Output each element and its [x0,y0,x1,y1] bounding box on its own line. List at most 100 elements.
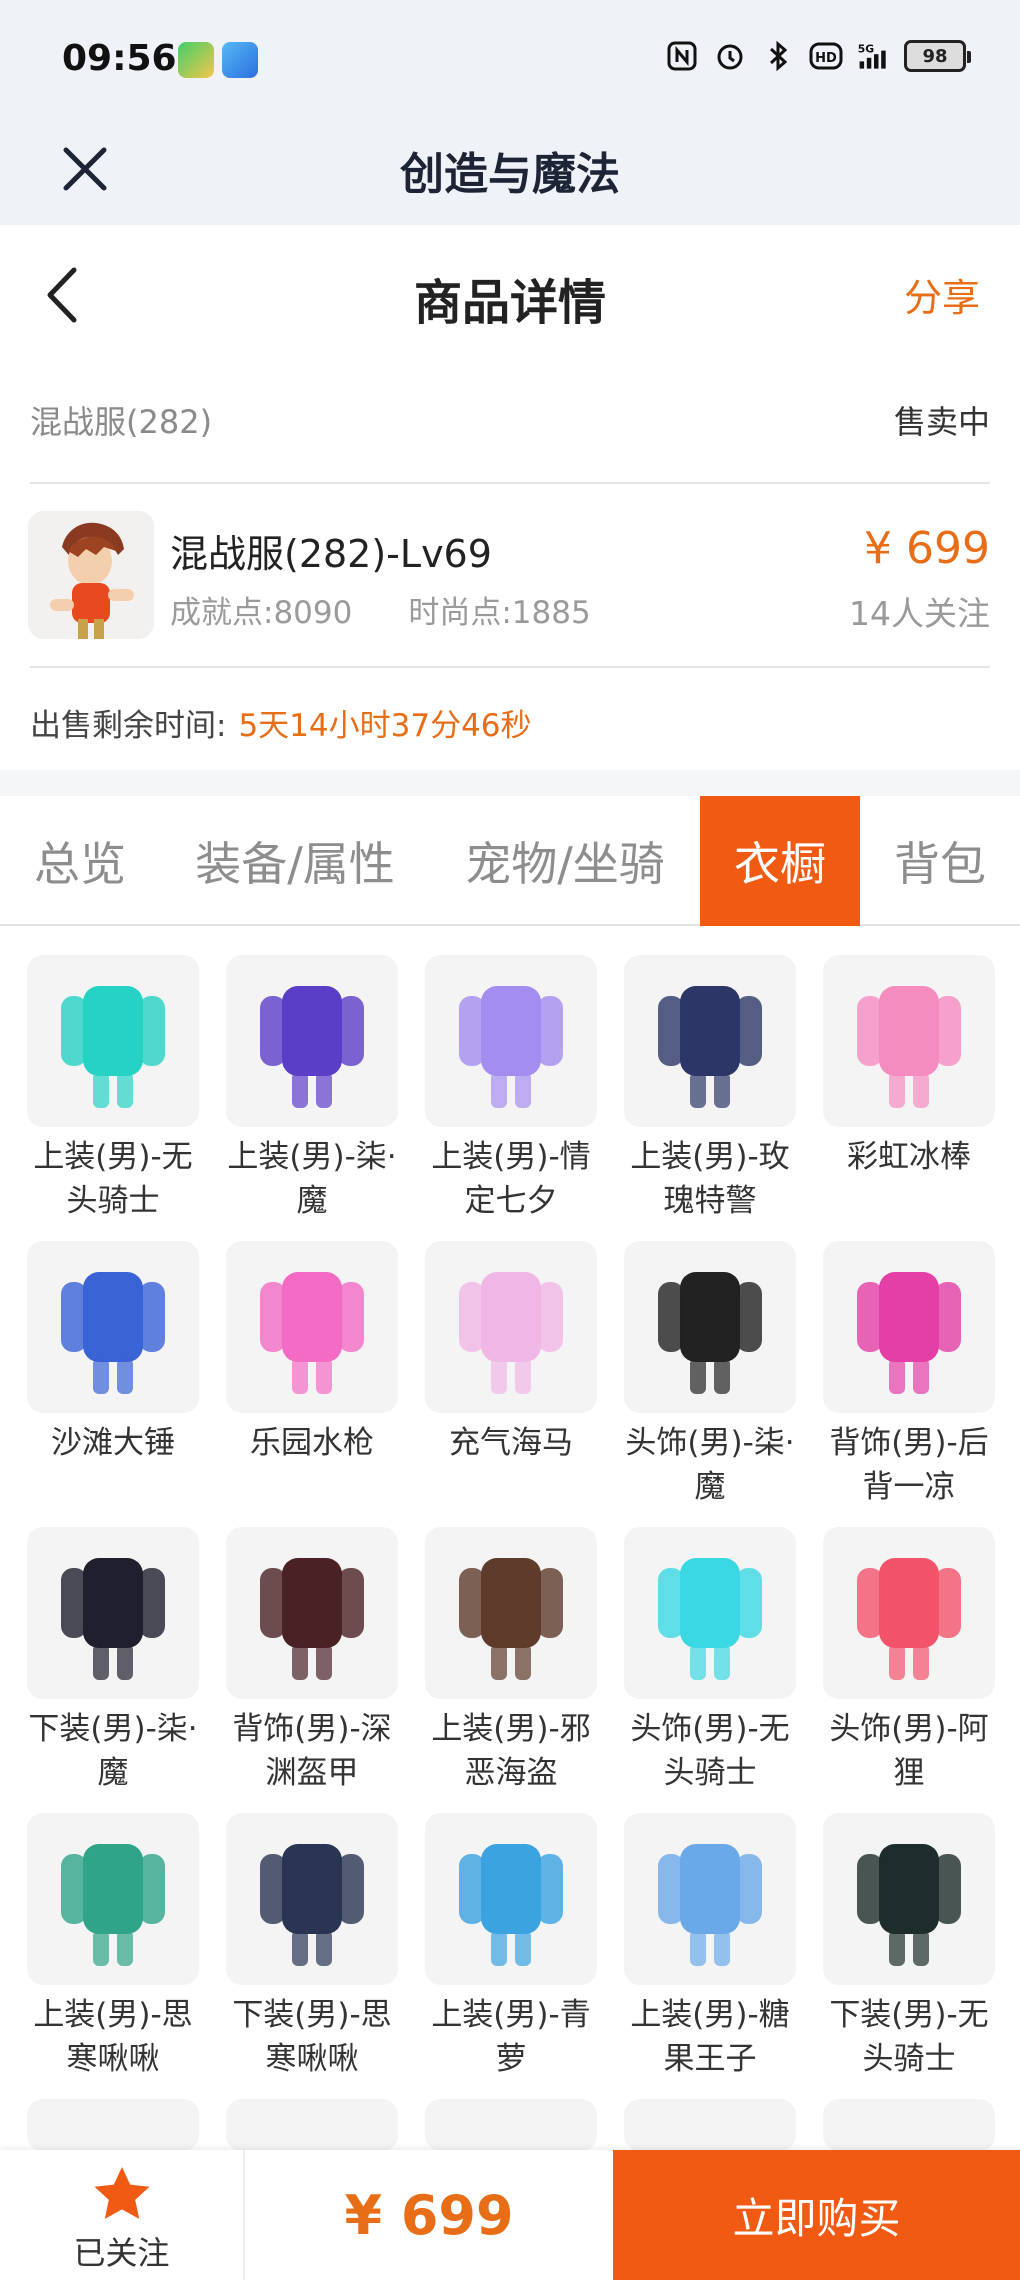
server-name: 混战服(282) [30,403,213,441]
tab-wardrobe[interactable]: 衣橱 [700,796,860,926]
wardrobe-item[interactable]: 彩虹冰棒 [823,955,995,1179]
blue-flame-icon [624,1527,796,1699]
star-icon [92,2164,152,2222]
wardrobe-thumb-partial [27,2099,199,2151]
wardrobe-item-partial [624,2099,796,2151]
fox-head-icon [823,1527,995,1699]
wardrobe-item[interactable]: 上装(男)-玫瑰特警 [624,955,796,1223]
divider [30,666,990,668]
share-button[interactable]: 分享 [904,267,980,322]
wardrobe-item[interactable]: 上装(男)-无头骑士 [27,955,199,1223]
bluetooth-icon [760,38,796,74]
wardrobe-thumb-partial [624,2099,796,2151]
wardrobe-item[interactable]: 上装(男)-邪恶海盗 [425,1527,597,1795]
wardrobe-item[interactable]: 上装(男)-柒·魔 [226,955,398,1223]
follow-label: 已关注 [73,2234,170,2272]
follower-count: 14人关注 [849,594,990,633]
wardrobe-thumb-partial [226,2099,398,2151]
status-bar: 09:56 HD 5G 98 [0,0,1020,120]
water-gun-icon [226,1241,398,1413]
wardrobe-item-partial [226,2099,398,2151]
wardrobe-item[interactable]: 沙滩大锤 [27,1241,199,1465]
status-time: 09:56 [62,38,177,79]
wardrobe-item-name: 沙滩大锤 [51,1425,175,1461]
wardrobe-item[interactable]: 背饰(男)-后背一凉 [823,1241,995,1509]
wardrobe-item-name: 下装(男)-无头骑士 [829,1997,989,2077]
signal-5g-icon: 5G [856,38,892,74]
app-icon [222,42,258,78]
server-row: 混战服(282) 售卖中 [30,390,990,450]
pants-icon [27,1527,199,1699]
wardrobe-item-name: 上装(男)-情定七夕 [431,1139,591,1219]
follow-button[interactable]: 已关注 [0,2150,245,2280]
wardrobe-item-name: 充气海马 [449,1425,573,1461]
wardrobe-item-name: 上装(男)-邪恶海盗 [431,1711,591,1791]
tab-backpack[interactable]: 背包 [860,796,1020,926]
item-price: ¥ 699 [864,523,990,574]
wardrobe-item-partial [425,2099,597,2151]
alarm-icon [712,38,748,74]
armor-top-icon [27,955,199,1127]
page-title: 商品详情 [413,275,606,331]
item-stats: 成就点:8090 时尚点:1885 [170,587,591,632]
wardrobe-thumb-partial [823,2099,995,2151]
detail-tabs: 总览 装备/属性 宠物/坐骑 衣橱 背包 [0,796,1020,926]
pirate-coat-icon [425,1527,597,1699]
wardrobe-item[interactable]: 背饰(男)-深渊盔甲 [226,1527,398,1795]
miniapp-title-bar: 创造与魔法 [0,120,1020,225]
app-title: 创造与魔法 [400,149,620,200]
fashion-points: 时尚点:1885 [408,595,591,631]
wardrobe-item[interactable]: 头饰(男)-柒·魔 [624,1241,796,1509]
tab-overview[interactable]: 总览 [0,796,160,926]
wardrobe-item[interactable]: 充气海马 [425,1241,597,1465]
remaining-time-value: 5天14小时37分46秒 [238,708,532,744]
hoodie-icon [27,1813,199,1985]
wardrobe-item-partial [823,2099,995,2151]
wardrobe-item[interactable]: 下装(男)-思寒啾啾 [226,1813,398,2081]
nfc-icon [664,38,700,74]
wardrobe-item[interactable]: 上装(男)-青萝 [425,1813,597,2081]
hooded-coat-icon [226,955,398,1127]
remaining-time-label: 出售剩余时间: [30,708,227,744]
wardrobe-item[interactable]: 下装(男)-柒·魔 [27,1527,199,1795]
robe-icon [425,1813,597,1985]
tab-equipment[interactable]: 装备/属性 [160,796,430,926]
battery-level: 98 [922,45,948,67]
remaining-time: 出售剩余时间: 5天14小时37分46秒 [30,700,532,745]
wardrobe-item[interactable]: 上装(男)-思寒啾啾 [27,1813,199,2081]
achievement-points: 成就点:8090 [170,595,353,631]
wardrobe-item-name: 头饰(男)-柒·魔 [625,1425,795,1505]
character-avatar [28,511,154,639]
wardrobe-item-name: 乐园水枪 [250,1425,374,1461]
wardrobe-item-name: 上装(男)-柒·魔 [227,1139,397,1219]
hd-icon: HD [808,38,844,74]
wardrobe-item-name: 彩虹冰棒 [847,1139,971,1175]
bow-icon [425,1241,597,1413]
wardrobe-item[interactable]: 上装(男)-糖果王子 [624,1813,796,2081]
battery-icon: 98 [904,40,971,72]
buy-now-button[interactable]: 立即购买 [613,2150,1020,2280]
wardrobe-item[interactable]: 下装(男)-无头骑士 [823,1813,995,2081]
hammer-icon [27,1241,199,1413]
prince-coat-icon [624,1813,796,1985]
wardrobe-item-name: 上装(男)-玫瑰特警 [630,1139,790,1219]
wardrobe-item-name: 头饰(男)-阿狸 [829,1711,989,1791]
wardrobe-item[interactable]: 头饰(男)-无头骑士 [624,1527,796,1795]
wardrobe-item[interactable]: 头饰(男)-阿狸 [823,1527,995,1795]
wardrobe-item-name: 上装(男)-糖果王子 [630,1997,790,2077]
wardrobe-item[interactable]: 乐园水枪 [226,1241,398,1465]
tab-pets[interactable]: 宠物/坐骑 [430,796,700,926]
wardrobe-item[interactable]: 上装(男)-情定七夕 [425,955,597,1223]
popsicle-icon [823,955,995,1127]
section-gap [0,770,1020,796]
bottom-action-bar: 已关注 ¥ 699 立即购买 [0,2150,1020,2280]
wardrobe-thumb-partial [425,2099,597,2151]
video-app-icon [178,42,214,78]
item-summary: 混战服(282)-Lv69 成就点:8090 时尚点:1885 ¥ 699 14… [28,505,990,640]
wardrobe-item-name: 背饰(男)-深渊盔甲 [232,1711,392,1791]
wardrobe-item-name: 上装(男)-思寒啾啾 [33,1997,193,2077]
page-header: 商品详情 分享 [0,225,1020,360]
wardrobe-item-name: 下装(男)-思寒啾啾 [232,1997,392,2077]
uniform-icon [624,955,796,1127]
hair-icon [624,1241,796,1413]
